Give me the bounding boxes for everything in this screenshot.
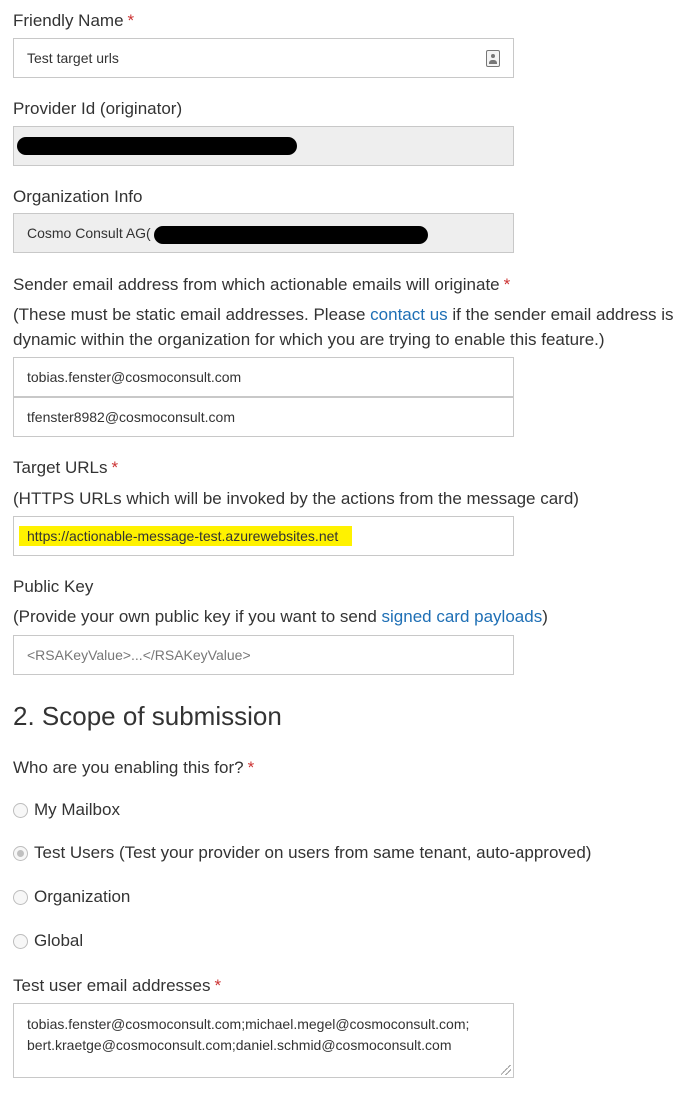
target-url-field[interactable]: https://actionable-message-test.azureweb… [13, 516, 514, 556]
contact-card-icon[interactable] [486, 50, 500, 67]
friendly-name-field[interactable] [13, 38, 514, 78]
sender-email-field-2[interactable] [13, 397, 514, 437]
public-key-note: (Provide your own public key if you want… [13, 607, 548, 626]
radio-button[interactable] [13, 889, 28, 905]
organization-info-value: Cosmo Consult AG( [27, 225, 151, 241]
radio-option-test-users[interactable]: Test Users (Test your provider on users … [13, 843, 591, 863]
sender-email-note: (These must be static email addresses. P… [13, 305, 674, 349]
sender-email-input-2[interactable] [27, 409, 513, 425]
signed-card-payloads-link[interactable]: signed card payloads [382, 607, 543, 626]
friendly-name-label: Friendly Name * [13, 11, 135, 30]
required-mark: * [503, 275, 511, 294]
scope-question: Who are you enabling this for? * [13, 758, 255, 777]
redaction-bar [17, 137, 297, 155]
contact-us-link[interactable]: contact us [370, 305, 448, 324]
radio-button-selected[interactable] [13, 845, 28, 861]
sender-email-input-1[interactable] [27, 369, 513, 385]
public-key-label: Public Key [13, 577, 94, 596]
provider-id-field [13, 126, 514, 166]
radio-option-my-mailbox[interactable]: My Mailbox [13, 800, 120, 820]
public-key-input[interactable] [27, 647, 513, 663]
organization-info-field: Cosmo Consult AG( [13, 213, 514, 253]
test-users-textarea[interactable]: tobias.fenster@cosmoconsult.com;michael.… [13, 1003, 514, 1078]
registration-form: Friendly Name* Provider Id (originator) … [0, 0, 688, 1094]
radio-button[interactable] [13, 802, 28, 818]
target-urls-label: Target URLs * [13, 458, 119, 477]
radio-button[interactable] [13, 933, 28, 949]
radio-option-organization[interactable]: Organization [13, 887, 130, 907]
required-mark: * [214, 976, 222, 995]
required-mark: * [127, 11, 135, 30]
sender-email-field-1[interactable] [13, 357, 514, 397]
resize-handle-icon[interactable] [501, 1065, 511, 1075]
scope-heading: 2. Scope of submission [13, 701, 282, 731]
sender-email-label: Sender email address from which actionab… [13, 275, 511, 294]
provider-id-label: Provider Id (originator) [13, 99, 183, 118]
target-url-value[interactable]: https://actionable-message-test.azureweb… [19, 526, 353, 546]
organization-info-label: Organization Info [13, 187, 143, 206]
redaction-bar [154, 226, 428, 244]
required-mark: * [111, 458, 119, 477]
target-urls-note: (HTTPS URLs which will be invoked by the… [13, 489, 579, 508]
radio-option-global[interactable]: Global [13, 931, 83, 951]
friendly-name-input[interactable] [27, 50, 513, 66]
public-key-field[interactable] [13, 635, 514, 675]
required-mark: * [247, 758, 255, 777]
test-users-label: Test user email addresses * [13, 976, 222, 995]
